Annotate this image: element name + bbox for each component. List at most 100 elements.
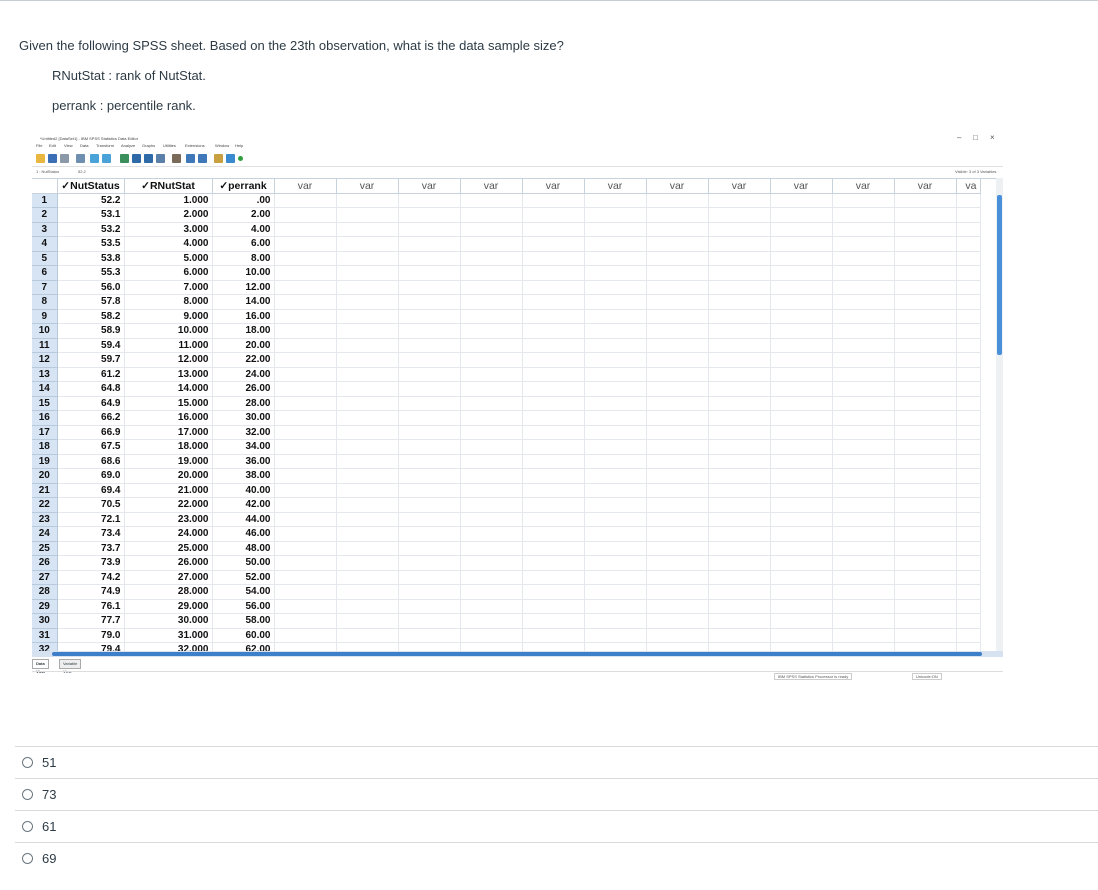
data-cell[interactable]: 53.5	[57, 236, 125, 252]
menu-transform[interactable]: Transform	[96, 143, 114, 148]
empty-cell[interactable]	[336, 352, 399, 368]
empty-cell[interactable]	[956, 193, 981, 208]
empty-cell[interactable]	[522, 410, 585, 426]
empty-cell[interactable]	[646, 497, 709, 513]
empty-cell[interactable]	[894, 584, 957, 600]
data-cell[interactable]: 74.2	[57, 570, 125, 585]
data-cell[interactable]: 52.2	[57, 193, 125, 208]
empty-cell[interactable]	[460, 323, 523, 339]
empty-cell[interactable]	[398, 425, 461, 440]
empty-cell[interactable]	[584, 367, 647, 382]
empty-cell[interactable]	[708, 294, 771, 310]
vertical-scroll-thumb[interactable]	[997, 195, 1002, 355]
radio-button[interactable]	[22, 821, 33, 832]
empty-cell[interactable]	[956, 425, 981, 440]
empty-cell[interactable]	[646, 381, 709, 397]
empty-cell[interactable]	[584, 628, 647, 643]
row-number[interactable]: 14	[32, 381, 58, 397]
empty-cell[interactable]	[522, 555, 585, 571]
row-number[interactable]: 18	[32, 439, 58, 455]
empty-cell[interactable]	[336, 280, 399, 295]
data-cell[interactable]: 73.4	[57, 526, 125, 542]
data-cell[interactable]: 38.00	[212, 468, 275, 484]
data-cell[interactable]: 67.5	[57, 439, 125, 455]
data-cell[interactable]: 56.00	[212, 599, 275, 614]
empty-cell[interactable]	[646, 613, 709, 629]
data-cell[interactable]: 8.00	[212, 251, 275, 266]
empty-cell[interactable]	[894, 410, 957, 426]
column-header-var[interactable]: var	[894, 179, 957, 194]
data-cell[interactable]: 23.000	[124, 512, 213, 527]
empty-cell[interactable]	[832, 193, 895, 208]
column-header-var[interactable]: var	[398, 179, 461, 194]
data-cell[interactable]: 50.00	[212, 555, 275, 571]
empty-cell[interactable]	[832, 338, 895, 353]
empty-cell[interactable]	[770, 512, 833, 527]
empty-cell[interactable]	[646, 222, 709, 237]
empty-cell[interactable]	[770, 236, 833, 252]
empty-cell[interactable]	[460, 367, 523, 382]
empty-cell[interactable]	[584, 193, 647, 208]
empty-cell[interactable]	[522, 309, 585, 324]
empty-cell[interactable]	[398, 352, 461, 368]
empty-cell[interactable]	[832, 280, 895, 295]
empty-cell[interactable]	[956, 570, 981, 585]
menu-window[interactable]: Window	[215, 143, 229, 148]
empty-cell[interactable]	[708, 599, 771, 614]
data-cell[interactable]: 4.000	[124, 236, 213, 252]
empty-cell[interactable]	[398, 207, 461, 223]
goto-case-icon[interactable]	[120, 154, 129, 163]
empty-cell[interactable]	[894, 526, 957, 542]
row-number[interactable]: 28	[32, 584, 58, 600]
data-cell[interactable]: 34.00	[212, 439, 275, 455]
empty-cell[interactable]	[398, 454, 461, 469]
empty-cell[interactable]	[708, 352, 771, 368]
empty-cell[interactable]	[460, 439, 523, 455]
empty-cell[interactable]	[274, 381, 337, 397]
data-cell[interactable]: 40.00	[212, 483, 275, 498]
data-cell[interactable]: 77.7	[57, 613, 125, 629]
empty-cell[interactable]	[460, 628, 523, 643]
value-labels-icon[interactable]	[214, 154, 223, 163]
menu-edit[interactable]: Edit	[49, 143, 56, 148]
data-cell[interactable]: 76.1	[57, 599, 125, 614]
empty-cell[interactable]	[460, 454, 523, 469]
menu-file[interactable]: File	[36, 143, 42, 148]
empty-cell[interactable]	[274, 193, 337, 208]
empty-cell[interactable]	[832, 367, 895, 382]
empty-cell[interactable]	[770, 294, 833, 310]
empty-cell[interactable]	[460, 497, 523, 513]
empty-cell[interactable]	[584, 222, 647, 237]
data-cell[interactable]: 32.00	[212, 425, 275, 440]
data-cell[interactable]: 25.000	[124, 541, 213, 556]
column-header-var[interactable]: var	[646, 179, 709, 194]
empty-cell[interactable]	[832, 613, 895, 629]
empty-cell[interactable]	[522, 425, 585, 440]
empty-cell[interactable]	[584, 555, 647, 571]
empty-cell[interactable]	[522, 541, 585, 556]
empty-cell[interactable]	[646, 251, 709, 266]
empty-cell[interactable]	[646, 599, 709, 614]
empty-cell[interactable]	[274, 396, 337, 411]
empty-cell[interactable]	[274, 207, 337, 223]
undo-icon[interactable]	[90, 154, 99, 163]
empty-cell[interactable]	[460, 613, 523, 629]
empty-cell[interactable]	[770, 367, 833, 382]
row-number[interactable]: 5	[32, 251, 58, 266]
tab-data-view[interactable]: Data View	[32, 659, 50, 674]
empty-cell[interactable]	[956, 613, 981, 629]
row-number[interactable]: 24	[32, 526, 58, 542]
empty-cell[interactable]	[584, 570, 647, 585]
empty-cell[interactable]	[584, 323, 647, 339]
empty-cell[interactable]	[274, 323, 337, 339]
data-cell[interactable]: 69.0	[57, 468, 125, 484]
empty-cell[interactable]	[708, 526, 771, 542]
empty-cell[interactable]	[956, 251, 981, 266]
empty-cell[interactable]	[336, 207, 399, 223]
data-cell[interactable]: 46.00	[212, 526, 275, 542]
empty-cell[interactable]	[832, 251, 895, 266]
empty-cell[interactable]	[398, 555, 461, 571]
empty-cell[interactable]	[584, 338, 647, 353]
empty-cell[interactable]	[708, 541, 771, 556]
empty-cell[interactable]	[584, 613, 647, 629]
